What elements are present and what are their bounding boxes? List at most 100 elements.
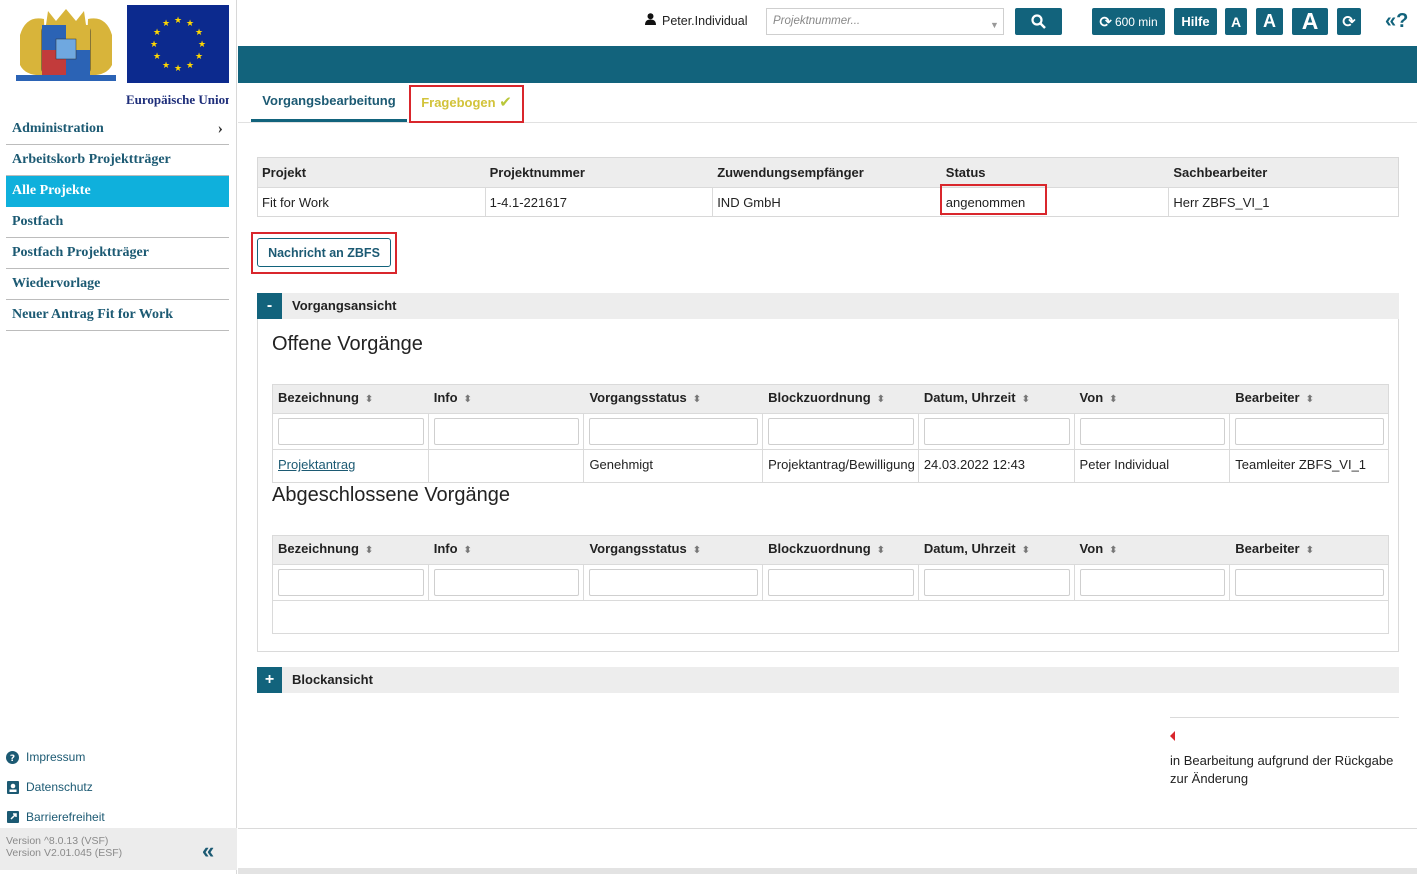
svg-text:★: ★ [153, 28, 161, 38]
sidebar-item-alle-projekte[interactable]: Alle Projekte [6, 176, 229, 207]
sort-icon[interactable]: ⬍ [1109, 545, 1117, 556]
sidebar-item-wiedervorlage[interactable]: Wiedervorlage [6, 269, 229, 300]
sort-icon[interactable]: ⬍ [1306, 394, 1314, 405]
reset-icon[interactable]: ⟳ [1337, 8, 1361, 35]
sort-icon[interactable]: ⬍ [693, 394, 701, 405]
filter-datum-input[interactable] [923, 569, 1070, 596]
blockansicht-title: Blockansicht [292, 672, 373, 687]
datenschutz-link[interactable]: Datenschutz [6, 772, 105, 802]
filter-vorgangsstatus-input[interactable] [589, 569, 759, 596]
svg-text:★: ★ [162, 61, 170, 71]
header-vorgangsstatus[interactable]: Vorgangsstatus ⬍ [584, 536, 763, 564]
font-size-large-button[interactable]: A [1292, 8, 1328, 35]
cell-projekt: Fit for Work [258, 188, 486, 216]
project-table-header: Projekt Projektnummer Zuwendungsempfänge… [258, 158, 1398, 187]
sidebar-item-label: Alle Projekte [12, 183, 91, 198]
font-size-medium-button[interactable]: A [1256, 8, 1283, 35]
tab-vorgangsbearbeitung[interactable]: Vorgangsbearbeitung [251, 83, 407, 122]
sort-icon[interactable]: ⬍ [693, 545, 701, 556]
filter-info-input[interactable] [433, 569, 580, 596]
filter-von-input[interactable] [1079, 569, 1226, 596]
header-blockzuordnung[interactable]: Blockzuordnung ⬍ [763, 385, 919, 413]
header-bezeichnung[interactable]: Bezeichnung ⬍ [273, 385, 429, 413]
sort-icon[interactable]: ⬍ [365, 394, 373, 405]
tab-fragebogen[interactable]: Fragebogen ✔ [409, 85, 524, 123]
header-bezeichnung[interactable]: Bezeichnung ⬍ [273, 536, 429, 564]
search-icon [1031, 14, 1046, 29]
question-circle-icon: ? [6, 750, 19, 764]
filter-von-input[interactable] [1079, 418, 1226, 445]
svg-text:★: ★ [174, 64, 182, 74]
help-question-icon[interactable]: «? [1385, 10, 1408, 33]
header-datum[interactable]: Datum, Uhrzeit ⬍ [919, 385, 1075, 413]
vorgangsansicht-header: - Vorgangsansicht [257, 293, 1399, 319]
nachricht-an-zbfs-button[interactable]: Nachricht an ZBFS [257, 238, 391, 267]
datenschutz-label: Datenschutz [26, 780, 93, 794]
table-header: Bezeichnung ⬍ Info ⬍ Vorgangsstatus ⬍ Block… [273, 536, 1388, 564]
session-timer-label: 600 min [1114, 14, 1158, 29]
header-bearbeiter[interactable]: Bearbeiter ⬍ [1230, 536, 1388, 564]
header-vorgangsstatus[interactable]: Vorgangsstatus ⬍ [584, 385, 763, 413]
header-banner [238, 46, 1417, 83]
svg-text:★: ★ [195, 28, 203, 38]
sort-icon[interactable]: ⬍ [464, 545, 472, 556]
help-button[interactable]: Hilfe [1174, 8, 1217, 35]
filter-blockzuordnung-input[interactable] [768, 418, 914, 445]
header-von[interactable]: Von ⬍ [1075, 385, 1231, 413]
impressum-label: Impressum [26, 750, 86, 764]
tab-fragebogen-label: Fragebogen [421, 95, 496, 110]
sort-icon[interactable]: ⬍ [1306, 545, 1314, 556]
font-size-small-button[interactable]: A [1225, 8, 1247, 35]
sidebar-footer-links: ? Impressum Datenschutz Barrierefreiheit [6, 742, 105, 832]
sidebar-item-label: Administration [12, 121, 104, 136]
cell-sachbearbeiter: Herr ZBFS_VI_1 [1173, 195, 1270, 210]
header-info[interactable]: Info ⬍ [429, 536, 585, 564]
filter-vorgangsstatus-input[interactable] [589, 418, 759, 445]
sort-icon[interactable]: ⬍ [365, 545, 373, 556]
bavaria-coat-of-arms-logo [6, 5, 126, 83]
footer-bar [238, 868, 1417, 874]
cell-datum: 24.03.2022 12:43 [919, 450, 1075, 482]
filter-bearbeiter-input[interactable] [1235, 569, 1384, 596]
filter-blockzuordnung-input[interactable] [768, 569, 914, 596]
expand-toggle-button[interactable]: + [257, 667, 282, 693]
filter-bezeichnung-input[interactable] [278, 569, 424, 596]
session-timer-button[interactable]: ⟳ 600 min [1092, 8, 1165, 35]
sort-icon[interactable]: ⬍ [877, 394, 885, 405]
filter-datum-input[interactable] [923, 418, 1070, 445]
impressum-link[interactable]: ? Impressum [6, 742, 105, 772]
svg-text:★: ★ [162, 19, 170, 29]
project-number-search-input[interactable]: Projektnummer... [766, 8, 1004, 35]
sort-icon[interactable]: ⬍ [464, 394, 472, 405]
sidebar-item-postfach[interactable]: Postfach [6, 207, 229, 238]
collapse-sidebar-icon[interactable]: « [202, 838, 214, 864]
sidebar-item-postfach-projekttraeger[interactable]: Postfach Projektträger [6, 238, 229, 269]
sort-icon[interactable]: ⬍ [1022, 394, 1030, 405]
header-datum[interactable]: Datum, Uhrzeit ⬍ [919, 536, 1075, 564]
svg-text:★: ★ [195, 52, 203, 62]
header-bearbeiter[interactable]: Bearbeiter ⬍ [1230, 385, 1388, 413]
sort-icon[interactable]: ⬍ [1022, 545, 1030, 556]
sidebar: ★ ★ ★ ★ ★ ★ ★ ★ ★ ★ ★ ★ Europäische Union Admini… [0, 0, 237, 874]
collapse-toggle-button[interactable]: - [257, 293, 282, 319]
sidebar-item-neuer-antrag[interactable]: Neuer Antrag Fit for Work [6, 300, 229, 331]
filter-bezeichnung-input[interactable] [278, 418, 424, 445]
search-button[interactable] [1015, 8, 1062, 35]
header-von[interactable]: Von ⬍ [1075, 536, 1231, 564]
username: Peter.Individual [662, 13, 748, 28]
header-sachbearbeiter: Sachbearbeiter [1173, 165, 1268, 180]
svg-text:★: ★ [198, 40, 206, 50]
header-blockzuordnung[interactable]: Blockzuordnung ⬍ [763, 536, 919, 564]
filter-bearbeiter-input[interactable] [1235, 418, 1384, 445]
abgeschlossene-vorgaenge-title: Abgeschlossene Vorgänge [272, 484, 510, 506]
filter-info-input[interactable] [433, 418, 580, 445]
sidebar-item-arbeitskorb[interactable]: Arbeitskorb Projektträger [6, 145, 229, 176]
header-info[interactable]: Info ⬍ [429, 385, 585, 413]
cell-bearbeiter: Teamleiter ZBFS_VI_1 [1235, 457, 1367, 472]
sort-icon[interactable]: ⬍ [877, 545, 885, 556]
return-marker-icon [1170, 731, 1175, 741]
sort-icon[interactable]: ⬍ [1109, 394, 1117, 405]
sidebar-item-administration[interactable]: Administration › [6, 114, 229, 145]
projektantrag-link[interactable]: Projektantrag [278, 457, 355, 472]
dropdown-caret-icon[interactable]: ▼ [990, 20, 999, 30]
